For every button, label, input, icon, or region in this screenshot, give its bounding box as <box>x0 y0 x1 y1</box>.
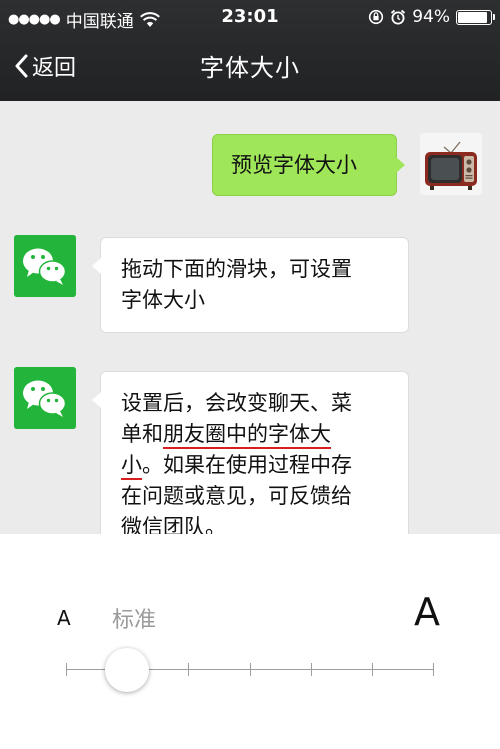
text-segment: 单和 <box>121 422 163 446</box>
message-text-line: 在问题或意见，可反馈给 <box>121 484 352 508</box>
message-text-line: 小。如果在使用过程中存 <box>121 450 390 481</box>
message-bubble-outgoing: 预览字体大小 <box>212 134 405 196</box>
slider-tick <box>188 663 190 676</box>
text-segment: 。如果在使用过程中存 <box>142 453 352 477</box>
tv-avatar-icon <box>420 133 482 195</box>
message-text-line: 微信团队。 <box>121 515 226 534</box>
message-text: 预览字体大小 <box>231 153 357 177</box>
message-text-line: 设置后，会改变聊天、菜 <box>121 391 352 415</box>
status-bar: ●●●●● 中国联通 23:01 94% <box>0 0 500 34</box>
rotation-lock-icon <box>369 9 384 25</box>
chat-preview: 预览字体大小 拖动下面的滑块，可设置 字体大小 设置后，会改变聊天、菜 单和朋友… <box>0 101 500 534</box>
font-size-slider[interactable] <box>66 648 434 692</box>
message-bubble-incoming: 拖动下面的滑块，可设置 字体大小 <box>92 237 409 333</box>
header: ●●●●● 中国联通 23:01 94% 返回 字体大小 <box>0 0 500 101</box>
slider-tick <box>249 663 251 676</box>
nav-bar: 返回 字体大小 <box>0 34 500 101</box>
underlined-text: 朋友圈中的字体大 <box>163 422 331 449</box>
status-right: 94% <box>368 7 495 27</box>
tv-icon <box>420 133 482 195</box>
message-text-line: 拖动下面的滑块，可设置 <box>121 257 352 281</box>
wechat-avatar-icon <box>14 235 76 297</box>
battery-icon <box>456 9 495 25</box>
wechat-icon <box>14 367 76 429</box>
small-font-label: A <box>57 606 71 630</box>
current-size-label: 标准 <box>112 608 157 633</box>
slider-tick <box>310 663 312 676</box>
message-text-line: 字体大小 <box>121 288 205 312</box>
slider-thumb[interactable] <box>105 648 150 692</box>
underlined-text: 小 <box>121 453 142 480</box>
page-title: 字体大小 <box>200 54 300 82</box>
battery-percent: 94% <box>412 7 450 27</box>
app-window: ●●●●● 中国联通 23:01 94% 返回 字体大小 预览字体大小 拖动下面… <box>0 0 500 749</box>
wechat-icon <box>14 235 76 297</box>
font-size-panel: A 标准 A <box>0 534 500 749</box>
slider-tick <box>433 663 434 676</box>
wechat-avatar-icon <box>14 367 76 429</box>
slider-tick <box>371 663 373 676</box>
message-bubble-incoming: 设置后，会改变聊天、菜 单和朋友圈中的字体大 小。如果在使用过程中存 在问题或意… <box>92 371 409 534</box>
slider-tick <box>66 663 67 676</box>
large-font-label: A <box>414 590 440 634</box>
alarm-icon <box>391 9 406 25</box>
message-text-line: 单和朋友圈中的字体大 <box>121 419 390 450</box>
